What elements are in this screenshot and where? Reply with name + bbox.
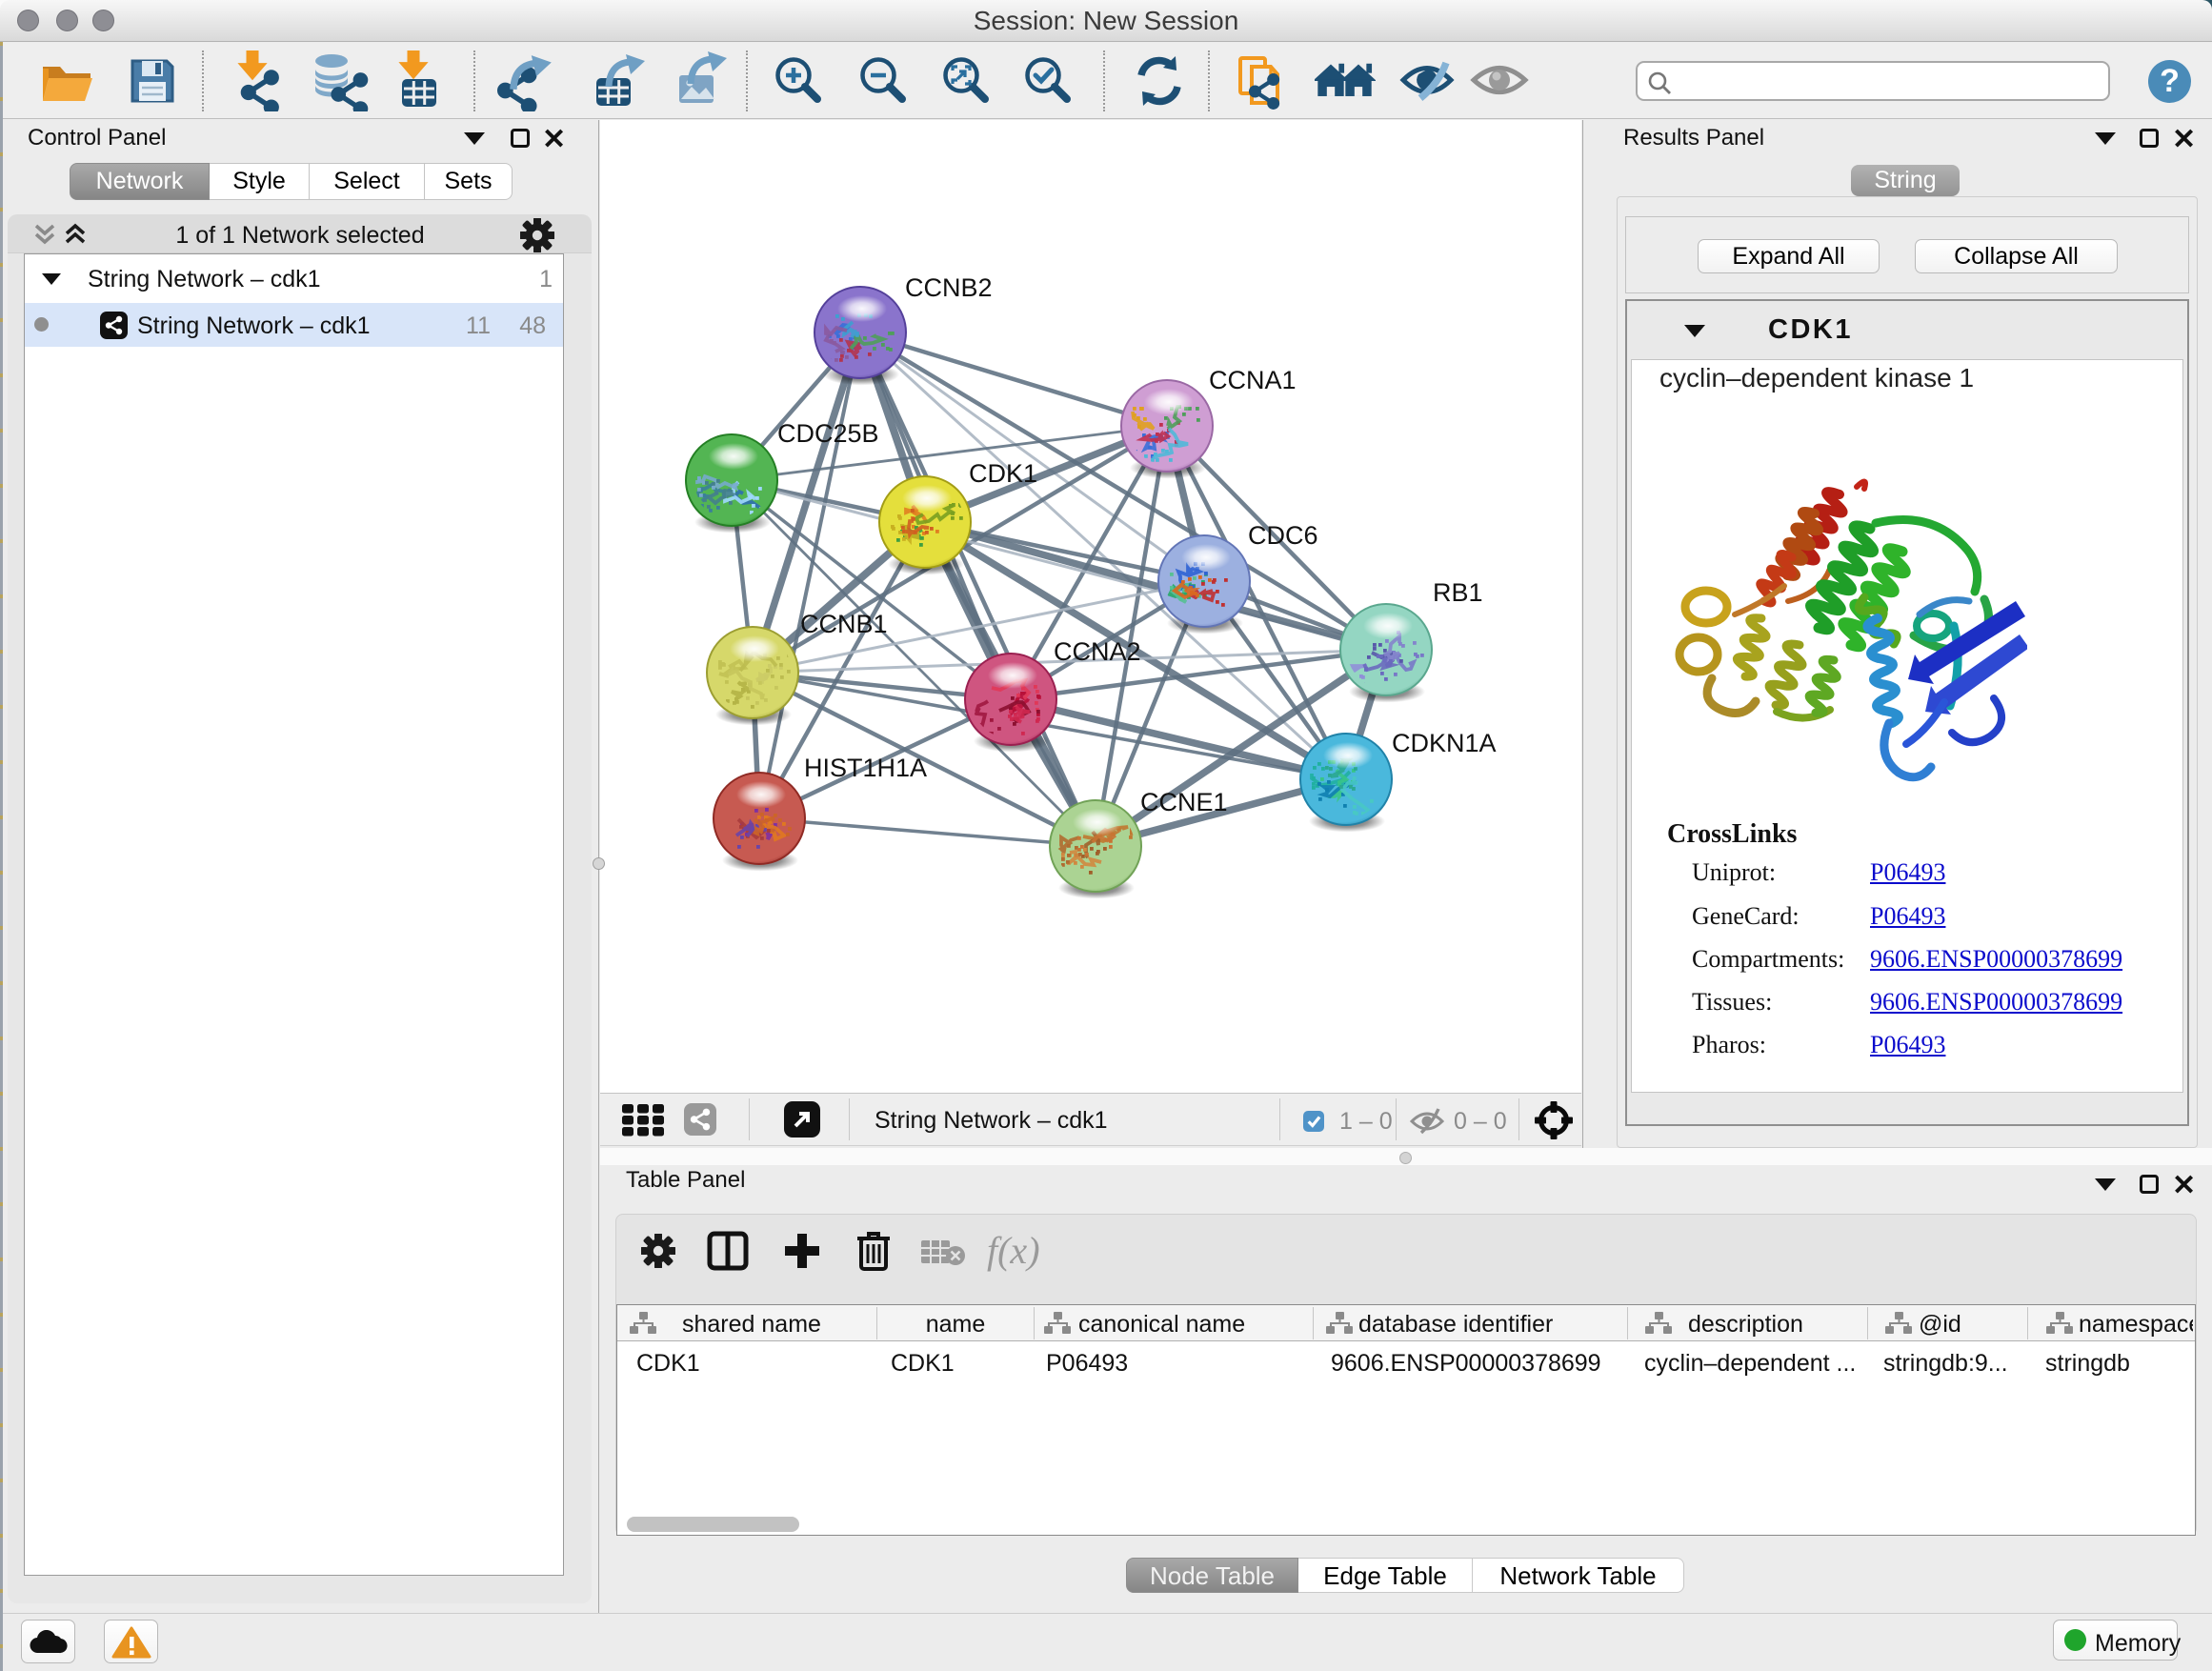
svg-text:CDC6: CDC6 [1248, 521, 1318, 550]
svg-text:CCNE1: CCNE1 [1140, 788, 1228, 816]
svg-text:RB1: RB1 [1433, 578, 1483, 607]
svg-text:CDKN1A: CDKN1A [1392, 729, 1497, 757]
svg-text:CDK1: CDK1 [969, 459, 1037, 488]
svg-text:HIST1H1A: HIST1H1A [804, 754, 927, 782]
svg-text:CDC25B: CDC25B [777, 419, 879, 448]
svg-text:CCNA2: CCNA2 [1054, 637, 1141, 666]
svg-text:CCNB1: CCNB1 [800, 610, 888, 638]
svg-text:CCNA1: CCNA1 [1209, 366, 1297, 394]
svg-text:CCNB2: CCNB2 [905, 273, 993, 302]
